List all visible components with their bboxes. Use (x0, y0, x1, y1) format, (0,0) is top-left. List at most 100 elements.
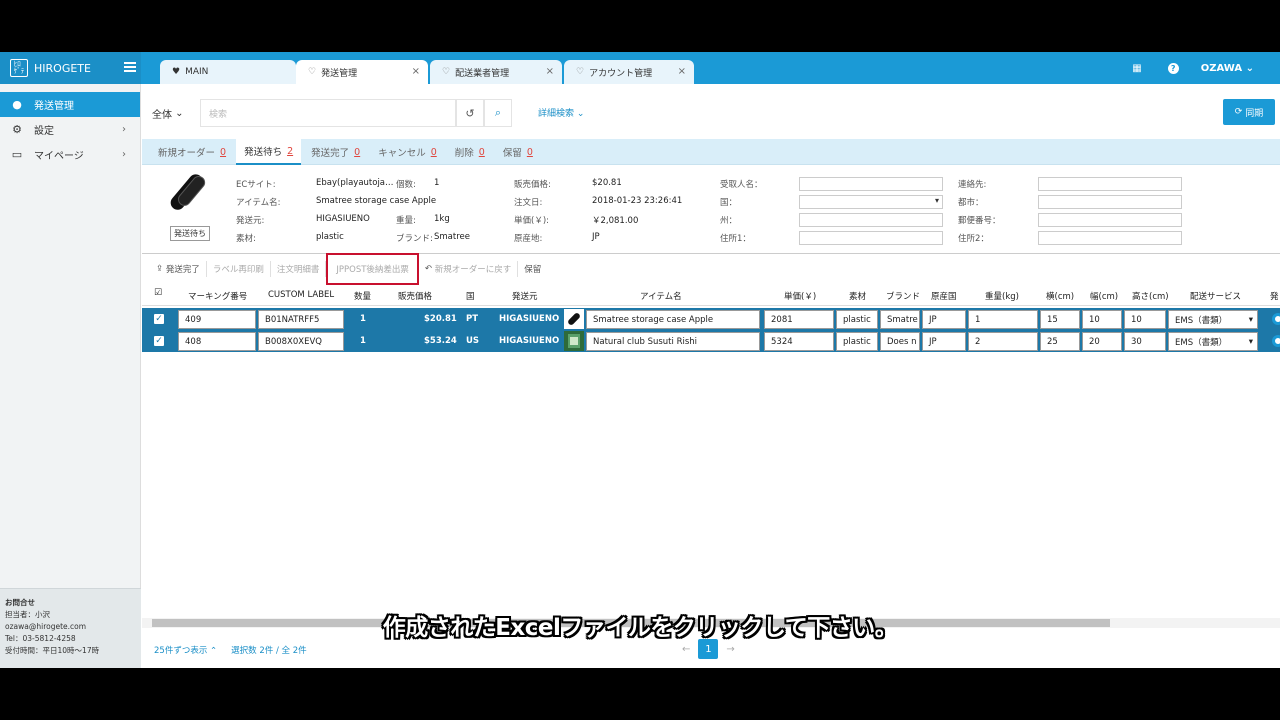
unit-price-field[interactable]: 2081 (764, 310, 834, 329)
origin-field[interactable]: JP (922, 310, 966, 329)
col-width[interactable]: 横(cm) (1046, 290, 1074, 302)
width-field[interactable]: 15 (1040, 310, 1080, 329)
reset-icon[interactable]: ↺ (456, 99, 484, 127)
unit-price-field[interactable]: 5324 (764, 332, 834, 351)
service-select[interactable]: EMS（書類） ▾ (1168, 310, 1258, 329)
row-checkbox[interactable]: ✓ (154, 336, 164, 346)
revert-new-order-button[interactable]: ↶ 新規オーダーに戻す (419, 261, 519, 277)
depth-field[interactable]: 20 (1082, 332, 1122, 351)
table-row[interactable]: ✓ 408 B008X0XEVQ 1 $53.24 US HIGASIUENO … (142, 330, 1280, 352)
height-field[interactable]: 10 (1124, 310, 1166, 329)
brand-field[interactable]: Smatre (880, 310, 920, 329)
col-price[interactable]: 販売価格 (398, 290, 432, 302)
weight-field[interactable]: 1 (968, 310, 1038, 329)
tab-cancel[interactable]: キャンセル 0 (370, 139, 445, 165)
page-size-select[interactable]: 25件ずつ表示 ⌃ (154, 644, 217, 656)
zip-field[interactable] (1038, 213, 1182, 227)
col-unit[interactable]: 単価(￥) (784, 290, 816, 302)
service-select[interactable]: EMS（書類） ▾ (1168, 332, 1258, 351)
brand-field[interactable]: Does n (880, 332, 920, 351)
close-icon[interactable]: × (412, 66, 420, 77)
item-name-field[interactable]: Natural club Susuti Rishi (586, 332, 760, 351)
recipient-field[interactable] (799, 177, 943, 191)
select-all-checkbox[interactable]: ☑ (154, 288, 162, 298)
col-weight[interactable]: 重量(kg) (985, 290, 1019, 302)
marking-field[interactable]: 408 (178, 332, 256, 351)
user-menu[interactable]: OZAWA ⌄ (1201, 63, 1254, 74)
contact-field[interactable] (1038, 177, 1182, 191)
col-truncated[interactable]: 発 (1270, 290, 1279, 302)
search-icon[interactable]: ⌕ (484, 99, 512, 127)
radio-button[interactable] (1272, 335, 1280, 347)
col-item[interactable]: アイテム名 (640, 290, 682, 302)
sidebar-item-mypage[interactable]: ▭ マイページ › (0, 142, 140, 167)
brand[interactable]: ﾋﾛ ｹﾞﾃ HIROGETE (0, 52, 141, 84)
tab-deleted[interactable]: 削除 0 (447, 139, 493, 165)
tab-shipped[interactable]: 発送完了 0 (303, 139, 368, 165)
scope-select[interactable]: 全体 ⌄ (152, 99, 184, 127)
city-field[interactable] (1038, 195, 1182, 209)
sync-button[interactable]: ⟳ 同期 (1223, 99, 1275, 125)
tab-new-orders[interactable]: 新規オーダー 0 (150, 139, 234, 165)
col-service[interactable]: 配送サービス (1190, 290, 1241, 302)
col-country[interactable]: 国 (466, 290, 475, 302)
col-from[interactable]: 発送元 (512, 290, 538, 302)
col-material[interactable]: 素材 (849, 290, 866, 302)
marking-field[interactable]: 409 (178, 310, 256, 329)
jppost-slip-button[interactable]: JPPOST後納差出票 (326, 253, 419, 285)
brand-name: HIROGETE (34, 61, 91, 75)
address1-field[interactable] (799, 231, 943, 245)
ec-site-label: ECサイト: (236, 180, 276, 190)
tab-main[interactable]: ♥ MAIN (160, 60, 296, 84)
tab-awaiting[interactable]: 発送待ち 2 (236, 139, 302, 165)
search-input[interactable]: 検索 (200, 99, 456, 127)
address2-label: 住所2： (958, 234, 989, 244)
advanced-search-link[interactable]: 詳細検索 ⌄ (538, 106, 584, 119)
unit-price-label: 単価(￥): (514, 216, 549, 226)
close-icon[interactable]: × (678, 66, 686, 77)
state-field[interactable] (799, 213, 943, 227)
sidebar-item-settings[interactable]: ⚙ 設定 › (0, 117, 140, 142)
page-number[interactable]: 1 (698, 639, 719, 659)
sidebar-item-shipping[interactable]: ● 発送管理 (0, 92, 140, 117)
item-name-field[interactable]: Smatree storage case Apple (586, 310, 760, 329)
col-custom-label[interactable]: CUSTOM LABEL (268, 290, 334, 300)
table-row[interactable]: ✓ 409 B01NATRFF5 1 $20.81 PT HIGASIUENO … (142, 308, 1280, 330)
close-icon[interactable]: × (546, 66, 554, 77)
menu-icon[interactable] (124, 62, 136, 72)
width-field[interactable]: 25 (1040, 332, 1080, 351)
tab-carrier[interactable]: ♡ 配送業者管理 × (430, 60, 562, 84)
radio-button[interactable] (1272, 313, 1280, 325)
col-height[interactable]: 高さ(cm) (1132, 290, 1169, 302)
material-field[interactable]: plastic (836, 332, 878, 351)
sidebar-item-label: 設定 (34, 126, 54, 137)
invoice-button[interactable]: 注文明細書 (271, 261, 327, 277)
country-select[interactable]: ▾ (799, 195, 943, 209)
ship-complete-button[interactable]: ⇪ 発送完了 (150, 261, 207, 277)
hold-button[interactable]: 保留 (518, 261, 547, 277)
item-label: アイテム名: (236, 198, 281, 208)
depth-field[interactable]: 10 (1082, 310, 1122, 329)
help-icon[interactable]: ? (1167, 62, 1179, 74)
prev-page-icon[interactable]: ← (682, 644, 690, 655)
col-brand[interactable]: ブランド (886, 290, 920, 302)
height-field[interactable]: 30 (1124, 332, 1166, 351)
address2-field[interactable] (1038, 231, 1182, 245)
next-page-icon[interactable]: → (726, 644, 734, 655)
reprint-label-button[interactable]: ラベル再印刷 (207, 261, 271, 277)
tab-shipping[interactable]: ♡ 発送管理 × (296, 60, 428, 84)
col-origin[interactable]: 原産国 (931, 290, 957, 302)
custom-label-field[interactable]: B008X0XEVQ (258, 332, 344, 351)
weight-field[interactable]: 2 (968, 332, 1038, 351)
video-subtitle: 作成されたExcelファイルをクリックして下さい。 (382, 615, 898, 641)
tab-hold[interactable]: 保留 0 (495, 139, 541, 165)
custom-label-field[interactable]: B01NATRFF5 (258, 310, 344, 329)
material-field[interactable]: plastic (836, 310, 878, 329)
col-marking[interactable]: マーキング番号 (188, 290, 247, 302)
col-depth[interactable]: 幅(cm) (1090, 290, 1118, 302)
calendar-icon[interactable]: ▦ (1132, 63, 1141, 74)
col-qty[interactable]: 数量 (354, 290, 371, 302)
origin-field[interactable]: JP (922, 332, 966, 351)
tab-account[interactable]: ♡ アカウント管理 × (564, 60, 694, 84)
row-checkbox[interactable]: ✓ (154, 314, 164, 324)
